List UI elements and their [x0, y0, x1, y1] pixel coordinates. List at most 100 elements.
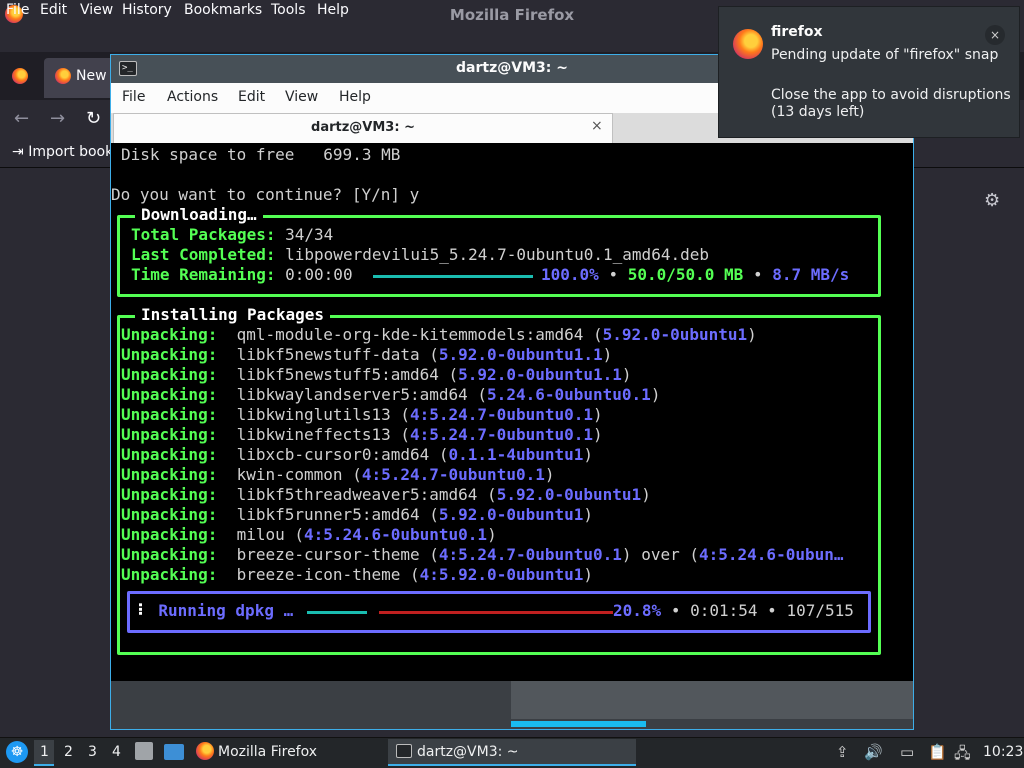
install-row: Unpacking: libkf5newstuff-data (5.92.0-0… — [121, 345, 613, 364]
dpkg-elapsed: 0:01:54 — [690, 601, 758, 620]
install-version: 5.92.0-0ubuntu1.1 — [438, 345, 603, 364]
import-bookmarks-label: Import book — [28, 144, 114, 160]
k-menu-actions[interactable]: Actions — [167, 89, 218, 105]
install-action: Unpacking: — [121, 525, 218, 544]
konsole-tab-label: dartz@VM3: ~ — [311, 120, 415, 135]
display-icon[interactable]: ▭ — [900, 743, 914, 761]
network-icon[interactable]: 🖧 — [954, 743, 971, 768]
install-action: Unpacking: — [121, 465, 218, 484]
last-completed-line: Last Completed: libpowerdevilui5_5.24.7-… — [131, 245, 709, 265]
last-completed-value: libpowerdevilui5_5.24.7-0ubuntu0.1_amd64… — [285, 245, 709, 264]
install-package: libxcb-cursor0:amd64 — [236, 445, 430, 464]
tab-label: New — [76, 68, 107, 84]
separator: • — [608, 265, 619, 284]
k-menu-help[interactable]: Help — [339, 89, 371, 105]
time-remaining-label: Time Remaining: — [131, 265, 276, 284]
time-remaining-line: Time Remaining: 0:00:00 — [131, 265, 353, 285]
import-bookmarks-button[interactable]: ⇥ Import book — [12, 144, 113, 160]
dpkg-stats: 20.8% • 0:01:54 • 107/515 — [613, 601, 854, 621]
terminal-icon — [396, 744, 412, 758]
ff-menu-edit[interactable]: Edit — [40, 2, 67, 18]
k-menu-view[interactable]: View — [285, 89, 318, 105]
firefox-icon — [733, 29, 763, 59]
installing-title: Installing Packages — [135, 305, 331, 325]
install-action: Unpacking: — [121, 345, 218, 364]
separator: • — [752, 265, 763, 284]
dpkg-count: 107/515 — [786, 601, 854, 620]
taskbar-firefox-label[interactable]: Mozilla Firefox — [218, 744, 317, 760]
close-icon[interactable]: × — [985, 25, 1005, 45]
install-action: Unpacking: — [121, 385, 218, 404]
downloading-title: Downloading… — [135, 205, 263, 225]
install-version: 5.92.0-0ubuntu1.1 — [458, 365, 622, 384]
firefox-view-icon[interactable] — [12, 68, 28, 84]
ff-menu-help[interactable]: Help — [317, 2, 349, 18]
folder-icon[interactable] — [164, 744, 184, 760]
total-packages-value: 34/34 — [285, 225, 334, 244]
ff-menu-tools[interactable]: Tools — [271, 2, 306, 18]
spinner-icon: ⠇ — [137, 601, 149, 620]
install-row: Unpacking: libkwaylandserver5:amd64 (5.2… — [121, 385, 661, 404]
ff-menu-bookmarks[interactable]: Bookmarks — [184, 2, 262, 18]
install-package: breeze-icon-theme — [236, 565, 401, 584]
volume-icon[interactable]: 🔊 — [864, 743, 883, 761]
forward-icon[interactable]: → — [50, 108, 65, 129]
dpkg-percent: 20.8% — [613, 601, 662, 620]
close-tab-icon[interactable]: × — [591, 118, 603, 134]
install-package: libkf5runner5:amd64 — [236, 505, 420, 524]
install-action: Unpacking: — [121, 565, 218, 584]
ff-menu-view[interactable]: View — [80, 2, 113, 18]
ff-menu-history[interactable]: History — [122, 2, 172, 18]
install-action: Unpacking: — [121, 505, 218, 524]
install-old-version: 4:5.24.6-0ubun… — [699, 545, 844, 564]
tab-favicon-icon — [55, 68, 71, 84]
install-version: 4:5.92.0-0ubuntu1 — [419, 565, 584, 584]
install-package: libkf5newstuff-data — [236, 345, 420, 364]
total-packages-line: Total Packages: 34/34 — [131, 225, 333, 245]
install-version: 5.92.0-0ubuntu1 — [438, 505, 584, 524]
desktop-3[interactable]: 3 — [88, 744, 97, 760]
download-speed: 8.7 MB/s — [772, 265, 850, 284]
back-icon[interactable]: ← — [14, 108, 29, 129]
install-package: milou — [236, 525, 285, 544]
install-version: 5.92.0-0ubuntu1 — [602, 325, 748, 344]
install-version: 0.1.1-4ubuntu1 — [448, 445, 584, 464]
continue-prompt-line: Do you want to continue? [Y/n] y — [111, 185, 420, 204]
gear-icon[interactable]: ⚙ — [984, 190, 1000, 211]
firefox-icon[interactable] — [196, 742, 214, 760]
install-action: Unpacking: — [121, 405, 218, 424]
application-launcher-icon[interactable]: ☸ — [6, 741, 28, 763]
install-row: Unpacking: libkwineffects13 (4:5.24.7-0u… — [121, 425, 603, 444]
konsole-progress-indicator — [511, 721, 646, 727]
updates-icon[interactable]: ⇪ — [836, 743, 849, 761]
clock[interactable]: 10:23 — [983, 744, 1023, 760]
install-action: Unpacking: — [121, 425, 218, 444]
desktop-1[interactable]: 1 — [40, 744, 49, 760]
install-package: breeze-cursor-theme — [236, 545, 420, 564]
terminal-output[interactable]: Disk space to free 699.3 MB Do you want … — [111, 143, 913, 681]
desktop-4[interactable]: 4 — [112, 744, 121, 760]
install-version: 5.92.0-0ubuntu1 — [496, 485, 642, 504]
clipboard-icon[interactable]: 📋 — [928, 743, 947, 761]
file-manager-icon[interactable] — [135, 742, 153, 760]
taskbar-terminal-label[interactable]: dartz@VM3: ~ — [417, 744, 519, 760]
separator: • — [767, 601, 777, 620]
notification-popup[interactable]: firefox × Pending update of "firefox" sn… — [718, 6, 1020, 138]
install-row: Unpacking: breeze-cursor-theme (4:5.24.7… — [121, 545, 844, 564]
dpkg-label: Running dpkg … — [158, 601, 294, 620]
install-version: 4:5.24.7-0ubuntu0.1 — [361, 465, 545, 484]
install-row: Unpacking: qml-module-org-kde-kitemmodel… — [121, 325, 757, 344]
k-menu-edit[interactable]: Edit — [238, 89, 265, 105]
dpkg-progress-remaining — [379, 611, 613, 614]
install-version: 4:5.24.7-0ubuntu0.1 — [438, 545, 622, 564]
reload-icon[interactable]: ↻ — [86, 108, 101, 129]
last-completed-label: Last Completed: — [131, 245, 276, 264]
notification-line1: Pending update of "firefox" snap — [771, 47, 999, 63]
desktop-2[interactable]: 2 — [64, 744, 73, 760]
install-row: Unpacking: milou (4:5.24.6-0ubuntu0.1) — [121, 525, 497, 544]
k-menu-file[interactable]: File — [122, 89, 145, 105]
install-row: Unpacking: libkf5runner5:amd64 (5.92.0-0… — [121, 505, 594, 524]
notification-title: firefox — [771, 24, 823, 40]
ff-menu-file[interactable]: File — [6, 2, 29, 18]
install-action: Unpacking: — [121, 545, 218, 564]
